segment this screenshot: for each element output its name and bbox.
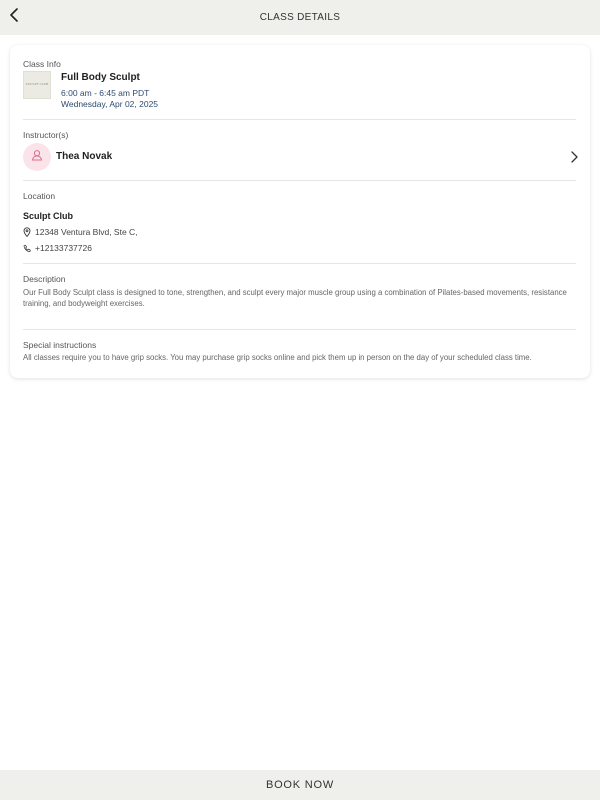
class-name: Full Body Sculpt [61, 72, 140, 83]
special-instructions-label: Special instructions [23, 340, 97, 350]
class-time: 6:00 am - 6:45 am PDT [61, 88, 150, 98]
class-details-screen: CLASS DETAILS Class Info SCULPT CLUB Ful… [0, 0, 600, 800]
page-title: CLASS DETAILS [259, 12, 341, 23]
divider [23, 119, 576, 120]
class-info-label: Class Info [23, 59, 61, 69]
class-date: Wednesday, Apr 02, 2025 [61, 99, 159, 109]
instructor-row[interactable]: Thea Novak [23, 143, 579, 171]
instructor-name: Thea Novak [56, 151, 113, 162]
divider [23, 180, 576, 181]
phone-icon [23, 243, 31, 253]
location-address: 12348 Ventura Blvd, Ste C, [35, 227, 138, 237]
details-card: Class Info SCULPT CLUB Full Body Sculpt … [10, 45, 590, 378]
class-thumbnail: SCULPT CLUB [23, 71, 51, 99]
map-pin-icon [23, 227, 31, 237]
location-name: Sculpt Club [23, 211, 73, 221]
user-icon [31, 148, 43, 166]
book-now-label: BOOK NOW [265, 779, 335, 791]
location-phone: +12133737726 [35, 243, 92, 253]
instructor-label: Instructor(s) [23, 130, 69, 140]
special-instructions-text: All classes require you to have grip soc… [23, 353, 532, 362]
avatar [23, 143, 51, 171]
divider [23, 329, 576, 330]
location-phone-row[interactable]: +12133737726 [23, 242, 92, 254]
class-thumbnail-logo: SCULPT CLUB [25, 82, 49, 87]
location-label: Location [23, 191, 56, 201]
chevron-right-icon [569, 150, 579, 164]
top-bar: CLASS DETAILS [0, 0, 600, 35]
divider [23, 263, 576, 264]
location-address-row: 12348 Ventura Blvd, Ste C, [23, 226, 138, 238]
book-now-button[interactable]: BOOK NOW [0, 770, 600, 800]
description-text: Our Full Body Sculpt class is designed t… [23, 288, 567, 308]
description-label: Description [23, 274, 66, 284]
